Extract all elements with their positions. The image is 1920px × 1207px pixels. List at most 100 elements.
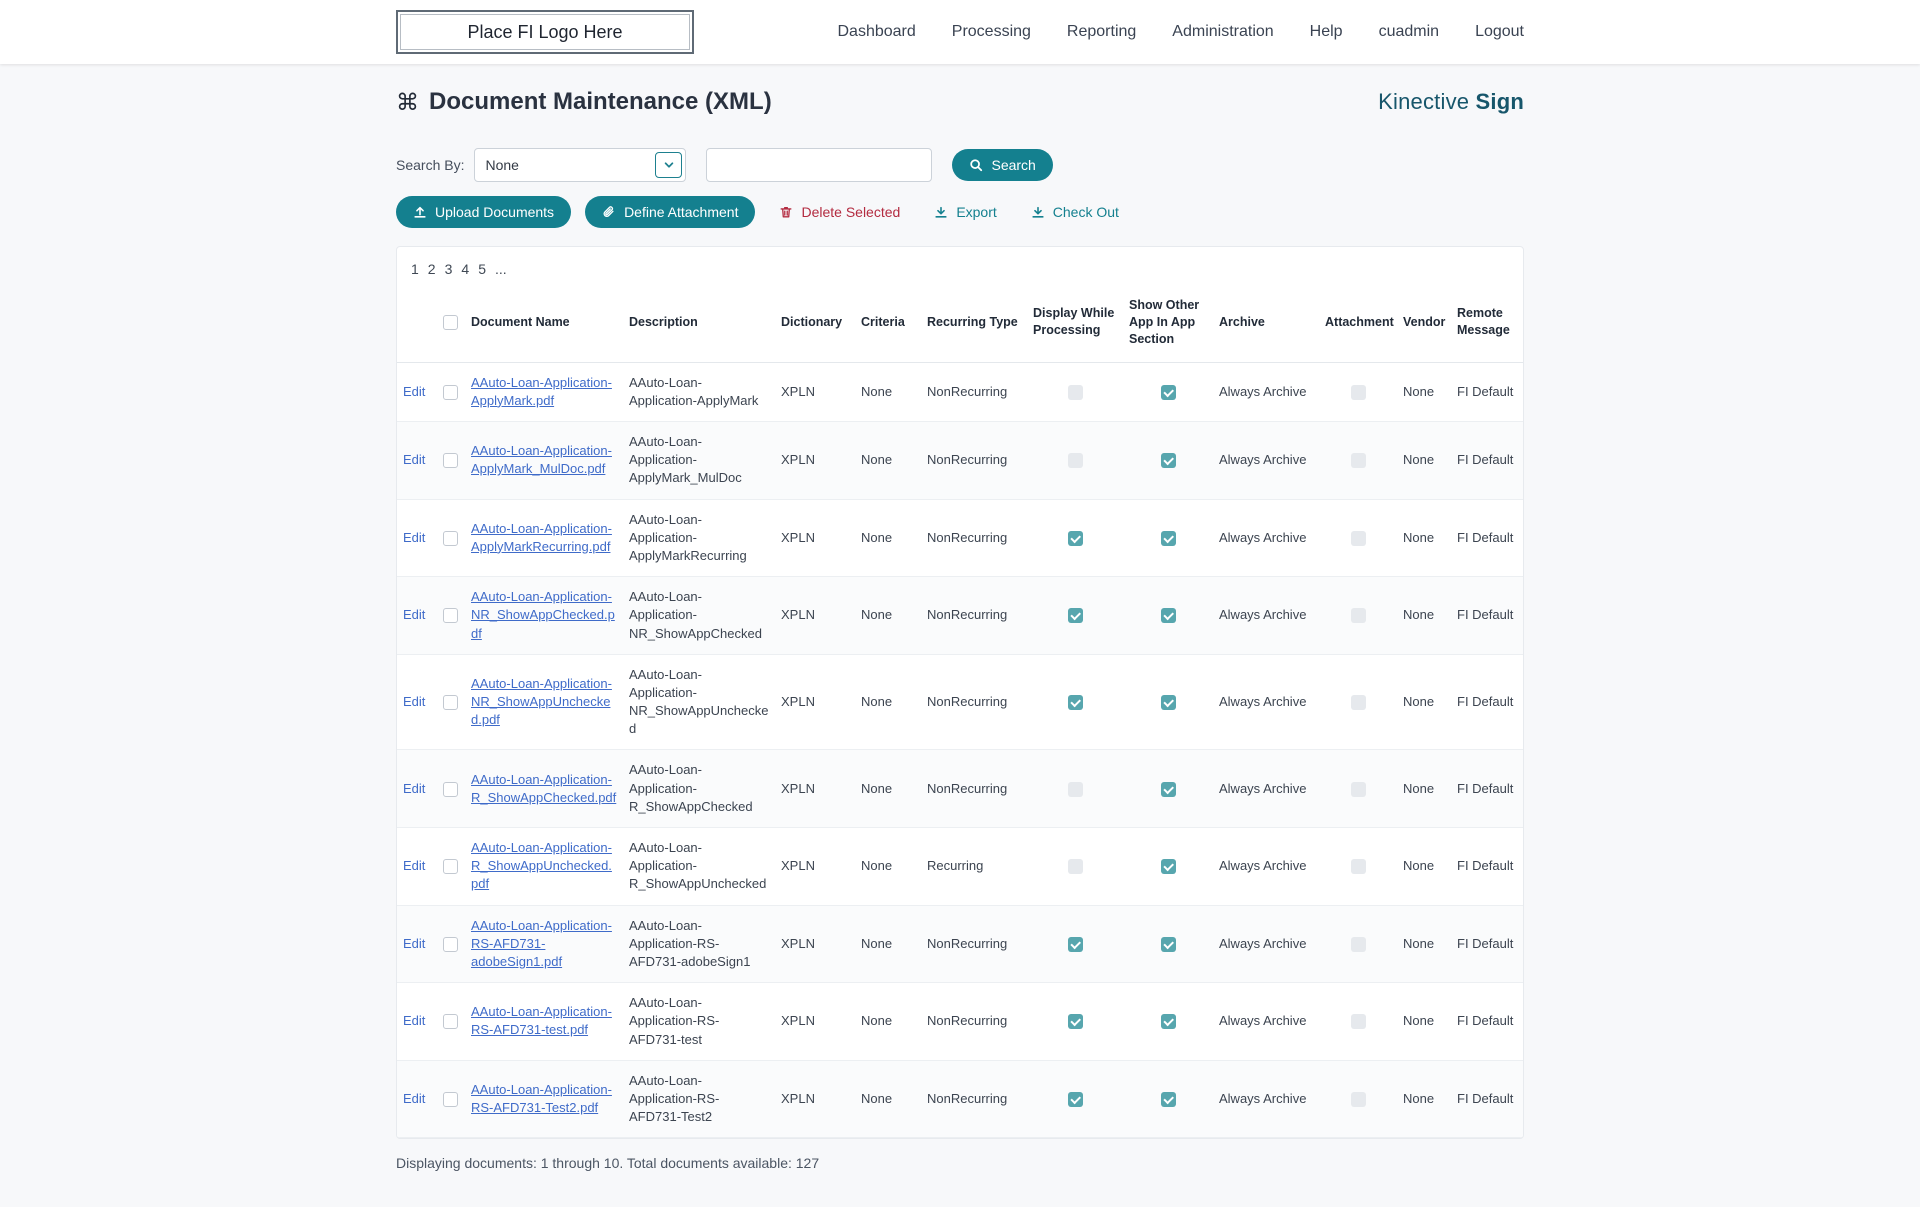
attachment-checkbox [1350, 781, 1366, 797]
edit-link[interactable]: Edit [403, 694, 425, 709]
criteria-cell: None [855, 421, 921, 500]
recurring-type-cell: NonRecurring [921, 905, 1027, 984]
recurring-type-cell: NonRecurring [921, 421, 1027, 500]
page-content: ⌘ Document Maintenance (XML) Kinective S… [396, 64, 1524, 1207]
archive-cell: Always Archive [1213, 1060, 1319, 1139]
edit-link[interactable]: Edit [403, 530, 425, 545]
display-while-processing-checkbox [1067, 608, 1083, 624]
edit-link[interactable]: Edit [403, 452, 425, 467]
archive-cell: Always Archive [1213, 827, 1319, 906]
page-link-5[interactable]: 5 [478, 261, 486, 277]
search-input[interactable] [706, 148, 933, 182]
document-link[interactable]: AAuto-Loan-Application-NR_ShowAppUncheck… [471, 676, 612, 727]
delete-selected-button[interactable]: Delete Selected [769, 196, 910, 228]
main-nav: Dashboard Processing Reporting Administr… [837, 23, 1524, 41]
nav-link-reporting[interactable]: Reporting [1067, 23, 1136, 41]
search-icon [969, 158, 983, 172]
search-button[interactable]: Search [952, 149, 1053, 181]
export-button[interactable]: Export [924, 196, 1006, 228]
page-link-4[interactable]: 4 [461, 261, 469, 277]
row-select-checkbox[interactable] [443, 695, 458, 711]
nav-link-logout[interactable]: Logout [1475, 23, 1524, 41]
row-select-checkbox[interactable] [443, 1091, 458, 1107]
vendor-cell: None [1397, 654, 1451, 751]
column-header-show-other-app: Show Other App In App Section [1123, 287, 1213, 363]
display-while-processing-checkbox [1067, 859, 1083, 875]
document-link[interactable]: AAuto-Loan-Application-RS-AFD731-adobeSi… [471, 918, 612, 969]
vendor-cell: None [1397, 749, 1451, 828]
vendor-cell: None [1397, 421, 1451, 500]
row-select-checkbox[interactable] [443, 384, 458, 400]
document-link[interactable]: AAuto-Loan-Application-R_ShowAppChecked.… [471, 772, 616, 805]
show-other-app-checkbox [1160, 1014, 1176, 1030]
edit-link[interactable]: Edit [403, 1091, 425, 1106]
recurring-type-cell: Recurring [921, 827, 1027, 906]
vendor-cell: None [1397, 499, 1451, 578]
column-header-criteria: Criteria [855, 287, 921, 363]
description-cell: AAuto-Loan-Application-ApplyMark [623, 362, 775, 423]
fi-logo-text: Place FI Logo Here [467, 21, 623, 42]
criteria-cell: None [855, 749, 921, 828]
documents-table-card: 1 2 3 4 5 ... Document Name Description … [396, 246, 1524, 1140]
edit-link[interactable]: Edit [403, 607, 425, 622]
document-link[interactable]: AAuto-Loan-Application-ApplyMarkRecurrin… [471, 521, 612, 554]
search-by-select[interactable]: None [474, 148, 687, 182]
description-cell: AAuto-Loan-Application-RS-AFD731-adobeSi… [623, 905, 775, 984]
table-row: Edit AAuto-Loan-Application-ApplyMark.pd… [397, 362, 1523, 423]
document-link[interactable]: AAuto-Loan-Application-ApplyMark_MulDoc.… [471, 443, 612, 476]
page-link-ellipsis[interactable]: ... [495, 261, 507, 277]
page-link-2[interactable]: 2 [428, 261, 436, 277]
row-select-checkbox[interactable] [443, 859, 458, 875]
table-row: Edit AAuto-Loan-Application-R_ShowAppUnc… [397, 827, 1523, 906]
column-header-attachment: Attachment [1319, 287, 1397, 363]
row-select-checkbox[interactable] [443, 936, 458, 952]
archive-cell: Always Archive [1213, 362, 1319, 423]
page-link-3[interactable]: 3 [445, 261, 453, 277]
table-row: Edit AAuto-Loan-Application-RS-AFD731-te… [397, 982, 1523, 1061]
remote-message-cell: FI Default [1451, 654, 1523, 751]
edit-link[interactable]: Edit [403, 936, 425, 951]
select-all-checkbox[interactable] [443, 315, 458, 331]
row-select-checkbox[interactable] [443, 608, 458, 624]
documents-summary: Displaying documents: 1 through 10. Tota… [396, 1155, 820, 1172]
define-attachment-button[interactable]: Define Attachment [585, 196, 756, 228]
edit-link[interactable]: Edit [403, 781, 425, 796]
edit-link[interactable]: Edit [403, 858, 425, 873]
upload-documents-label: Upload Documents [435, 204, 555, 220]
table-row: Edit AAuto-Loan-Application-NR_ShowAppCh… [397, 576, 1523, 655]
row-select-checkbox[interactable] [443, 1014, 458, 1030]
nav-link-dashboard[interactable]: Dashboard [837, 23, 915, 41]
row-select-checkbox[interactable] [443, 781, 458, 797]
document-link[interactable]: AAuto-Loan-Application-NR_ShowAppChecked… [471, 589, 615, 640]
archive-cell: Always Archive [1213, 905, 1319, 984]
edit-link[interactable]: Edit [403, 384, 425, 399]
upload-documents-button[interactable]: Upload Documents [396, 196, 572, 228]
description-cell: AAuto-Loan-Application-RS-AFD731-test [623, 982, 775, 1061]
page-title-text: Document Maintenance (XML) [429, 88, 772, 115]
nav-link-cuadmin[interactable]: cuadmin [1379, 23, 1439, 41]
row-select-checkbox[interactable] [443, 453, 458, 469]
chevron-down-icon[interactable] [655, 152, 683, 178]
vendor-cell: None [1397, 905, 1451, 984]
nav-link-processing[interactable]: Processing [952, 23, 1031, 41]
recurring-type-cell: NonRecurring [921, 362, 1027, 423]
show-other-app-checkbox [1160, 384, 1176, 400]
page-link-1[interactable]: 1 [411, 261, 419, 277]
check-out-button[interactable]: Check Out [1021, 196, 1129, 228]
row-select-checkbox[interactable] [443, 530, 458, 546]
check-out-label: Check Out [1052, 204, 1119, 220]
attachment-checkbox [1350, 530, 1366, 546]
search-by-label: Search By: [396, 157, 465, 173]
nav-link-help[interactable]: Help [1310, 23, 1343, 41]
document-link[interactable]: AAuto-Loan-Application-R_ShowAppUnchecke… [471, 840, 612, 891]
edit-link[interactable]: Edit [403, 1013, 425, 1028]
dictionary-cell: XPLN [775, 499, 855, 578]
document-link[interactable]: AAuto-Loan-Application-RS-AFD731-Test2.p… [471, 1082, 612, 1115]
show-other-app-checkbox [1160, 781, 1176, 797]
document-link[interactable]: AAuto-Loan-Application-ApplyMark.pdf [471, 375, 612, 408]
archive-cell: Always Archive [1213, 421, 1319, 500]
nav-link-administration[interactable]: Administration [1172, 23, 1273, 41]
document-link[interactable]: AAuto-Loan-Application-RS-AFD731-test.pd… [471, 1004, 612, 1037]
display-while-processing-checkbox [1067, 781, 1083, 797]
dictionary-cell: XPLN [775, 421, 855, 500]
